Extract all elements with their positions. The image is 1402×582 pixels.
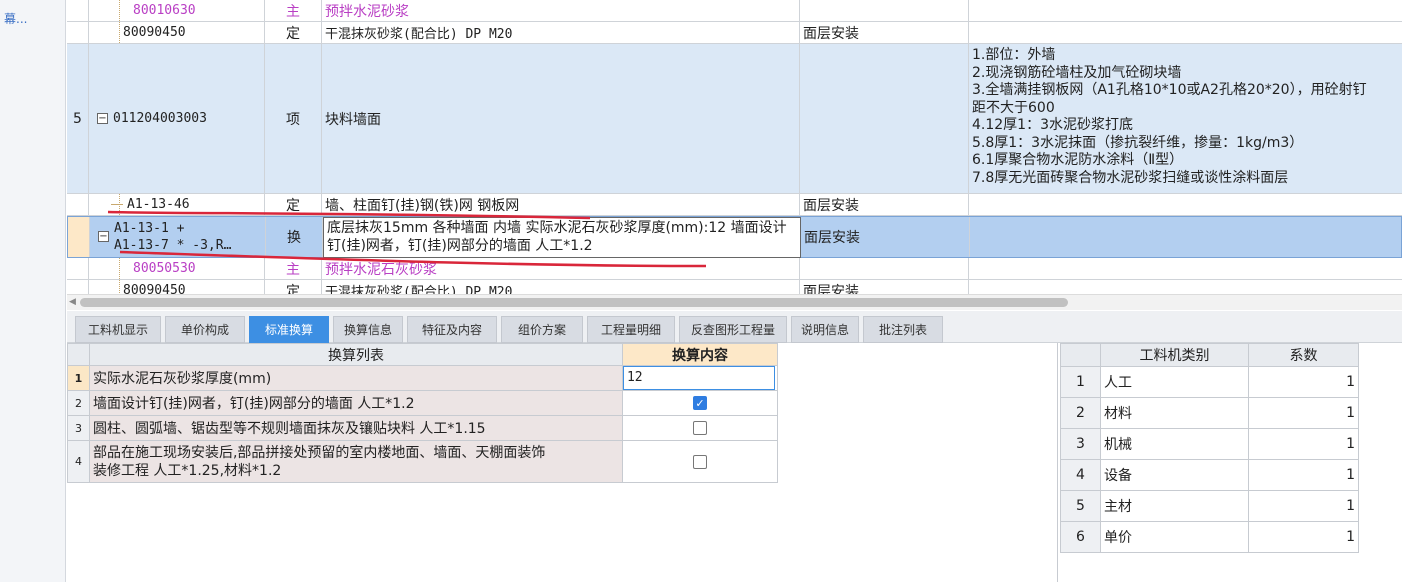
table-row[interactable]: 2 墙面设计钉(挂)网者，钉(挂)网部分的墙面 人工*1.2 ✓: [67, 390, 779, 416]
row-name: 预拌水泥砂浆: [322, 0, 800, 21]
row-type: 项: [265, 44, 322, 193]
row-name: 预拌水泥石灰砂浆: [322, 258, 800, 279]
row-code: A1-13-46: [127, 197, 190, 212]
row-unit: 面层安装: [800, 280, 969, 294]
coefficient-table: 工料机类别 系数 1 人工 1 2 材料 1 3 机械 1 4 设备 1 5 主材 1 6 单价 1: [1060, 343, 1359, 553]
thickness-input[interactable]: 12: [622, 366, 775, 390]
row-name: 干混抹灰砂浆(配合比) DP M20: [322, 22, 800, 43]
table-row[interactable]: 6 单价 1: [1060, 521, 1359, 553]
collapse-icon[interactable]: −: [97, 113, 108, 124]
conversion-label: 部品在施工现场安装后,部品拼接处预留的室内楼地面、墙面、天棚面装饰 装修工程 人…: [88, 440, 623, 483]
table-row[interactable]: A1-13-46 定 墙、柱面钉(挂)钢(铁)网 钢板网 面层安装: [67, 194, 1402, 216]
table-row[interactable]: 80090450 定 干混抹灰砂浆(配合比) DP M20 面层安装: [67, 22, 1402, 44]
left-panel: 幕...: [0, 0, 66, 582]
scrollbar-thumb[interactable]: [80, 298, 1068, 307]
row-code: A1-13-1 + A1-13-7 * -3,R…: [114, 221, 232, 253]
tab-description[interactable]: 说明信息: [791, 316, 859, 343]
tab-quantity-detail[interactable]: 工程量明细: [587, 316, 675, 343]
tab-reverse-lookup[interactable]: 反查图形工程量: [679, 316, 787, 343]
col-header-coefficient: 系数: [1248, 343, 1359, 367]
row-unit: 面层安装: [801, 217, 970, 257]
table-row[interactable]: 80090450 定 干混抹灰砂浆(配合比) DP M20 面层安装: [67, 280, 1402, 294]
table-row-item[interactable]: 5 −011204003003 项 块料墙面 1.部位：外墙 2.现浇钢筋砼墙柱…: [67, 44, 1402, 194]
conversion-label: 圆柱、圆弧墙、锯齿型等不规则墙面抹灰及镶贴块料 人工*1.15: [88, 415, 623, 441]
row-code: 80090450: [123, 283, 186, 294]
table-row[interactable]: 1 实际水泥石灰砂浆厚度(mm) 12: [67, 365, 779, 391]
table-row[interactable]: 80010630 主 预拌水泥砂浆: [67, 0, 1402, 22]
row-features: 1.部位：外墙 2.现浇钢筋砼墙柱及加气砼砌块墙 3.全墙满挂钢板网（A1孔格1…: [969, 44, 1402, 193]
tab-standard-conversion[interactable]: 标准换算: [249, 316, 329, 343]
checkbox[interactable]: [692, 421, 707, 435]
row-code: 011204003003: [113, 111, 207, 126]
table-row[interactable]: 1 人工 1: [1060, 366, 1359, 398]
tab-features[interactable]: 特征及内容: [407, 316, 497, 343]
table-row[interactable]: 80050530 主 预拌水泥石灰砂浆: [67, 258, 1402, 280]
row-name: 干混抹灰砂浆(配合比) DP M20: [322, 280, 800, 294]
row-name: 块料墙面: [322, 44, 800, 193]
table-row[interactable]: 4 部品在施工现场安装后,部品拼接处预留的室内楼地面、墙面、天棚面装饰 装修工程…: [67, 440, 779, 483]
table-row[interactable]: 4 设备 1: [1060, 459, 1359, 491]
scroll-left-icon[interactable]: ◀: [69, 297, 76, 307]
tab-conversion-info[interactable]: 换算信息: [333, 316, 403, 343]
conversion-label: 墙面设计钉(挂)网者，钉(挂)网部分的墙面 人工*1.2: [88, 390, 623, 416]
table-row[interactable]: 3 圆柱、圆弧墙、锯齿型等不规则墙面抹灰及镶贴块料 人工*1.15: [67, 415, 779, 441]
row-unit: 面层安装: [800, 194, 969, 215]
col-header-category: 工料机类别: [1100, 343, 1249, 367]
row-code: 80090450: [123, 25, 186, 40]
table-row-selected[interactable]: − A1-13-1 + A1-13-7 * -3,R… 换 底层抹灰15mm 各…: [67, 216, 1402, 258]
conversion-table: 换算列表 换算内容 1 实际水泥石灰砂浆厚度(mm) 12 2 墙面设计钉(挂)…: [67, 343, 779, 483]
conversion-label: 实际水泥石灰砂浆厚度(mm): [88, 365, 623, 391]
tab-material-display[interactable]: 工料机显示: [75, 316, 161, 343]
row-type: 换: [266, 217, 323, 257]
tab-price-structure[interactable]: 单价构成: [165, 316, 245, 343]
row-code: 80050530: [133, 261, 196, 276]
conversion-panel: 换算列表 换算内容 1 实际水泥石灰砂浆厚度(mm) 12 2 墙面设计钉(挂)…: [67, 343, 1402, 582]
row-unit: 面层安装: [800, 22, 969, 43]
horizontal-scrollbar[interactable]: ◀: [67, 294, 1402, 310]
tab-annotations[interactable]: 批注列表: [863, 316, 943, 343]
tab-pricing-scheme[interactable]: 组价方案: [501, 316, 583, 343]
checkbox[interactable]: [692, 454, 707, 469]
table-row[interactable]: 3 机械 1: [1060, 428, 1359, 460]
table-row[interactable]: 2 材料 1: [1060, 397, 1359, 429]
collapse-icon[interactable]: −: [98, 231, 109, 242]
row-type: 定: [265, 280, 322, 294]
row-type: 定: [265, 22, 322, 43]
table-row[interactable]: 5 主材 1: [1060, 490, 1359, 522]
detail-tabs: 工料机显示 单价构成 标准换算 换算信息 特征及内容 组价方案 工程量明细 反查…: [67, 311, 1402, 343]
bill-grid: 80010630 主 预拌水泥砂浆 80090450 定 干混抹灰砂浆(配合比)…: [67, 0, 1402, 294]
row-type: 主: [265, 0, 322, 21]
col-header-conversion-list: 换算列表: [88, 343, 623, 366]
row-code: 80010630: [133, 3, 196, 18]
row-type: 定: [265, 194, 322, 215]
sidebar-link[interactable]: 幕...: [4, 10, 27, 27]
row-number: 5: [67, 44, 89, 193]
row-name: 墙、柱面钉(挂)钢(铁)网 钢板网: [322, 194, 800, 215]
row-type: 主: [265, 258, 322, 279]
checkbox-checked[interactable]: ✓: [692, 396, 707, 410]
col-header-conversion-content: 换算内容: [621, 343, 779, 366]
row-name-editor[interactable]: 底层抹灰15mm 各种墙面 内墙 实际水泥石灰砂浆厚度(mm):12 墙面设计钉…: [323, 217, 801, 258]
